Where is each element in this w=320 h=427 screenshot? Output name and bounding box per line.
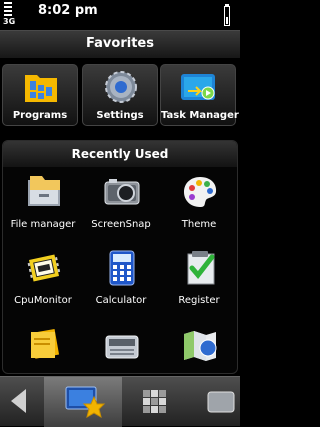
register-check-icon <box>187 251 215 285</box>
app-label: CpuMonitor <box>14 295 72 306</box>
network-type: 3G <box>3 17 16 26</box>
favorite-label: Programs <box>12 110 68 121</box>
task-manager-icon <box>181 74 215 100</box>
favorite-label: Settings <box>96 110 144 121</box>
app-notes[interactable] <box>5 321 81 373</box>
favorites-header: Favorites <box>0 30 240 58</box>
app-label: File manager <box>10 219 76 230</box>
app-label: Theme <box>181 219 217 230</box>
app-label: Calculator <box>95 295 147 306</box>
favorite-label: Task Manager <box>161 110 239 121</box>
calculator-icon <box>109 250 135 286</box>
folder-drawer-icon <box>28 176 60 206</box>
notes-icon <box>30 328 60 359</box>
clock: 8:02 pm <box>38 3 98 18</box>
palette-icon <box>184 177 217 207</box>
favorites-tab[interactable] <box>44 377 122 427</box>
app-register[interactable]: Register <box>161 245 237 317</box>
signal-strength-icon <box>4 2 12 16</box>
favorites-star-icon <box>65 386 106 419</box>
app-cpumonitor[interactable]: CpuMonitor <box>5 245 81 317</box>
app-maps[interactable] <box>161 321 237 373</box>
radio-icon <box>105 335 139 359</box>
status-bar: 3G 8:02 pm <box>0 0 240 30</box>
app-screensnap[interactable]: ScreenSnap <box>83 169 159 241</box>
apps-grid-icon[interactable] <box>142 389 168 415</box>
back-arrow-icon[interactable] <box>8 387 30 415</box>
bottom-toolbar <box>0 376 240 427</box>
menu-icon[interactable] <box>206 390 236 414</box>
recently-used-title: Recently Used <box>71 147 169 161</box>
camera-icon <box>104 179 140 205</box>
favorites-title: Favorites <box>86 36 154 51</box>
app-theme[interactable]: Theme <box>161 169 237 241</box>
app-calculator[interactable]: Calculator <box>83 245 159 317</box>
favorites-row: Programs Settings Task Manager <box>0 60 240 132</box>
recently-used-panel: Recently Used File manager ScreenSnap Th… <box>2 140 238 374</box>
app-file-manager[interactable]: File manager <box>5 169 81 241</box>
app-label: Register <box>178 295 220 306</box>
cpu-monitor-icon <box>27 254 61 282</box>
favorite-programs[interactable]: Programs <box>2 64 78 126</box>
battery-icon <box>224 4 230 26</box>
app-radio[interactable] <box>83 321 159 373</box>
favorite-settings[interactable]: Settings <box>82 64 158 126</box>
programs-folder-icon <box>25 75 57 102</box>
map-icon <box>184 331 217 361</box>
gear-icon <box>105 71 137 103</box>
recently-used-header: Recently Used <box>3 141 237 167</box>
favorite-task-manager[interactable]: Task Manager <box>160 64 239 126</box>
app-label: ScreenSnap <box>91 219 151 230</box>
